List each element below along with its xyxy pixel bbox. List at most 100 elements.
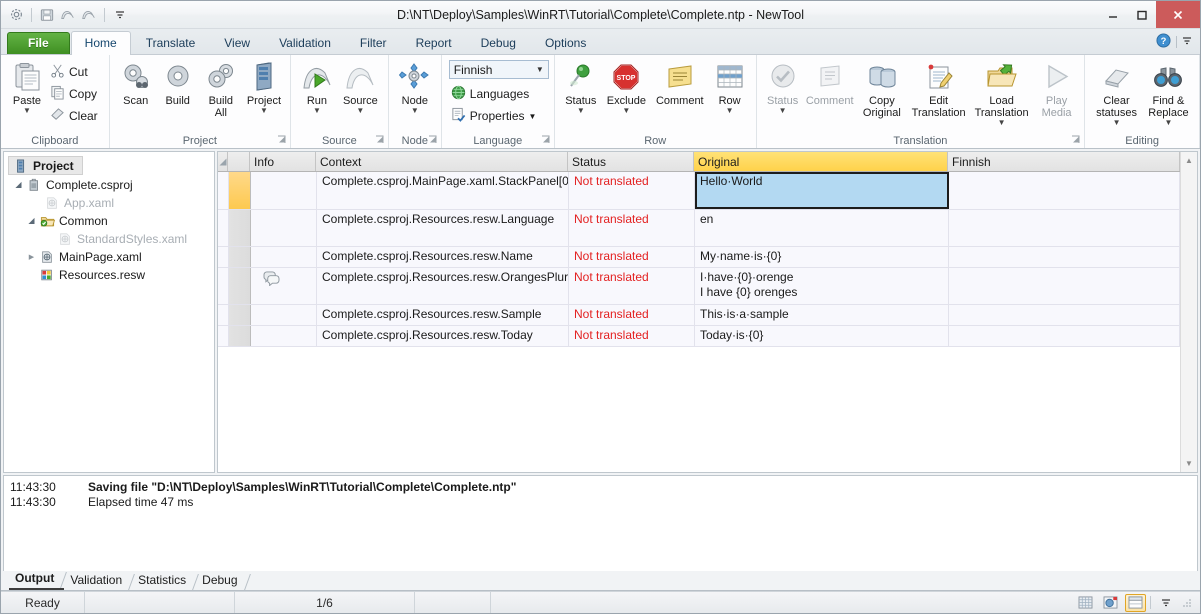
cell-info[interactable] — [251, 210, 317, 246]
row-handle[interactable] — [229, 210, 251, 246]
translation-dialog-launcher-icon[interactable] — [1071, 135, 1081, 145]
cell-status[interactable]: Not translated — [569, 268, 695, 304]
cell-finnish[interactable] — [949, 305, 1180, 325]
grid-header-info[interactable]: Info — [250, 152, 316, 171]
tab-options[interactable]: Options — [531, 32, 600, 54]
output-tab-validation[interactable]: Validation — [64, 572, 132, 590]
table-row[interactable]: Complete.csproj.Resources.resw.Language … — [218, 210, 1180, 247]
project-button[interactable]: Project ▼ — [243, 59, 285, 115]
tab-validation[interactable]: Validation — [265, 32, 345, 54]
cell-info[interactable] — [251, 247, 317, 267]
row-select-cell[interactable] — [218, 172, 229, 209]
output-tab-output[interactable]: Output — [9, 570, 65, 590]
output-tab-debug[interactable]: Debug — [196, 572, 247, 590]
undo-icon[interactable] — [59, 6, 77, 24]
exclude-caret-icon[interactable]: ▼ — [622, 107, 630, 115]
close-button[interactable] — [1156, 1, 1200, 28]
cell-original[interactable]: en — [695, 210, 949, 246]
tree-node-resources-resw[interactable]: Resources.resw — [4, 266, 214, 284]
expander-expanded-icon[interactable]: ◢ — [12, 180, 25, 189]
cell-finnish[interactable] — [949, 268, 1180, 304]
translation-grid[interactable]: Info Context Status Original Finnish Com… — [218, 152, 1180, 472]
translation-status-button[interactable]: Status ▼ — [762, 59, 804, 115]
exclude-button[interactable]: STOP Exclude ▼ — [602, 59, 651, 115]
row-select-cell[interactable] — [218, 268, 229, 304]
language-combo[interactable]: Finnish ▼ — [448, 60, 549, 79]
tree-node-app-xaml[interactable]: App.xaml — [4, 194, 214, 212]
node-caret-icon[interactable]: ▼ — [411, 107, 419, 115]
table-row[interactable]: Complete.csproj.Resources.resw.Name Not … — [218, 247, 1180, 268]
cell-status[interactable]: Not translated — [569, 326, 695, 346]
cell-status[interactable]: Not translated — [569, 172, 695, 209]
tab-file[interactable]: File — [7, 32, 70, 54]
project-dialog-launcher-icon[interactable] — [277, 135, 287, 145]
cell-status[interactable]: Not translated — [569, 247, 695, 267]
cell-original[interactable]: This·is·a·sample — [695, 305, 949, 325]
gear-icon[interactable] — [7, 6, 25, 24]
languages-button[interactable]: Languages — [449, 83, 535, 105]
cell-info[interactable] — [251, 172, 317, 209]
row-handle[interactable] — [229, 172, 251, 209]
project-caret-icon[interactable]: ▼ — [260, 107, 268, 115]
tab-translate[interactable]: Translate — [132, 32, 210, 54]
tab-home[interactable]: Home — [70, 31, 131, 55]
row-select-cell[interactable] — [218, 210, 229, 246]
load-translation-caret-icon[interactable]: ▼ — [998, 119, 1006, 127]
cell-original[interactable]: Hello·World — [695, 172, 949, 209]
view-mode-buttons[interactable] — [1075, 593, 1200, 612]
row-status-button[interactable]: Status ▼ — [560, 59, 602, 115]
row-handle[interactable] — [229, 247, 251, 267]
play-media-button[interactable]: Play Media — [1034, 59, 1079, 119]
cell-finnish[interactable] — [949, 326, 1180, 346]
row-select-cell[interactable] — [218, 305, 229, 325]
redo-icon[interactable] — [80, 6, 98, 24]
project-tree[interactable]: Project ◢ Complete.csproj App.xaml ◢ Com… — [4, 152, 214, 284]
properties-button[interactable]: Properties ▼ — [449, 105, 543, 127]
scan-button[interactable]: Scan — [115, 59, 157, 107]
customize-qat-icon[interactable] — [111, 6, 129, 24]
run-button[interactable]: Run ▼ — [296, 59, 338, 115]
grid-header-context[interactable]: Context — [316, 152, 568, 171]
translation-comment-button[interactable]: Comment — [804, 59, 856, 107]
cell-status[interactable]: Not translated — [569, 305, 695, 325]
build-button[interactable]: Build — [157, 59, 199, 107]
copy-button[interactable]: Copy — [48, 83, 104, 105]
cell-context[interactable]: Complete.csproj.Resources.resw.Today — [317, 326, 569, 346]
help-icon[interactable]: ? — [1156, 32, 1171, 51]
edit-translation-button[interactable]: Edit Translation — [908, 59, 969, 119]
node-button[interactable]: Node ▼ — [394, 59, 436, 115]
cut-button[interactable]: Cut — [48, 61, 104, 83]
table-row[interactable]: Complete.csproj.MainPage.xaml.StackPanel… — [218, 172, 1180, 210]
form-view-icon[interactable] — [1125, 593, 1146, 612]
tree-node-mainpage-xaml[interactable]: ▶ MainPage.xaml — [4, 248, 214, 266]
chevron-down-icon[interactable]: ▼ — [536, 65, 544, 74]
tree-node-common[interactable]: ◢ Common — [4, 212, 214, 230]
clear-button[interactable]: Clear — [48, 105, 104, 127]
paste-caret-icon[interactable]: ▼ — [23, 107, 31, 115]
run-caret-icon[interactable]: ▼ — [313, 107, 321, 115]
paste-button[interactable]: Paste ▼ — [6, 59, 48, 115]
cell-context[interactable]: Complete.csproj.Resources.resw.Sample — [317, 305, 569, 325]
load-translation-button[interactable]: Load Translation ▼ — [969, 59, 1034, 127]
row-caret-icon[interactable]: ▼ — [726, 107, 734, 115]
table-row[interactable]: Complete.csproj.Resources.resw.Sample No… — [218, 305, 1180, 326]
cell-context[interactable]: Complete.csproj.Resources.resw.Language — [317, 210, 569, 246]
save-icon[interactable] — [38, 6, 56, 24]
tab-report[interactable]: Report — [402, 32, 466, 54]
tab-view[interactable]: View — [210, 32, 264, 54]
table-row[interactable]: Complete.csproj.Resources.resw.OrangesPl… — [218, 268, 1180, 305]
expander-expanded-icon[interactable]: ◢ — [25, 216, 38, 225]
row-select-cell[interactable] — [218, 326, 229, 346]
copy-original-button[interactable]: Copy Original — [856, 59, 908, 119]
properties-caret-icon[interactable]: ▼ — [529, 112, 537, 121]
tree-node-standardstyles-xaml[interactable]: StandardStyles.xaml — [4, 230, 214, 248]
row-comment-button[interactable]: Comment — [651, 59, 709, 107]
grid-header-status[interactable]: Status — [568, 152, 694, 171]
source-dialog-launcher-icon[interactable] — [375, 135, 385, 145]
view-overflow-icon[interactable] — [1155, 594, 1176, 612]
language-dialog-launcher-icon[interactable] — [541, 135, 551, 145]
resize-grip-icon[interactable] — [1180, 596, 1194, 610]
cell-original[interactable]: I·have·{0}·orenge I have {0} orenges — [695, 268, 949, 304]
web-view-icon[interactable] — [1100, 594, 1121, 612]
row-select-cell[interactable] — [218, 247, 229, 267]
